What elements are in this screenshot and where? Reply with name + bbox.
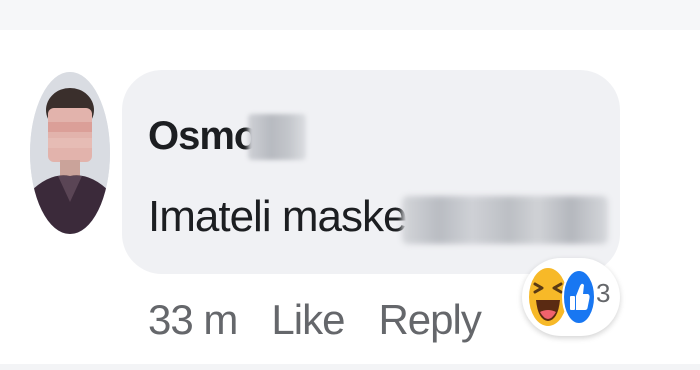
like-icon bbox=[562, 268, 596, 326]
comment-actions: 33 m Like Reply bbox=[148, 292, 482, 348]
reaction-count: 3 bbox=[596, 278, 611, 308]
bottom-strip bbox=[0, 364, 700, 370]
redacted-author-surname bbox=[248, 114, 306, 160]
redacted-comment-text bbox=[402, 196, 608, 244]
avatar[interactable] bbox=[30, 72, 110, 234]
reply-button[interactable]: Reply bbox=[378, 296, 481, 344]
top-strip bbox=[0, 0, 700, 30]
comment-timestamp[interactable]: 33 m bbox=[148, 296, 238, 344]
like-button[interactable]: Like bbox=[271, 296, 345, 344]
